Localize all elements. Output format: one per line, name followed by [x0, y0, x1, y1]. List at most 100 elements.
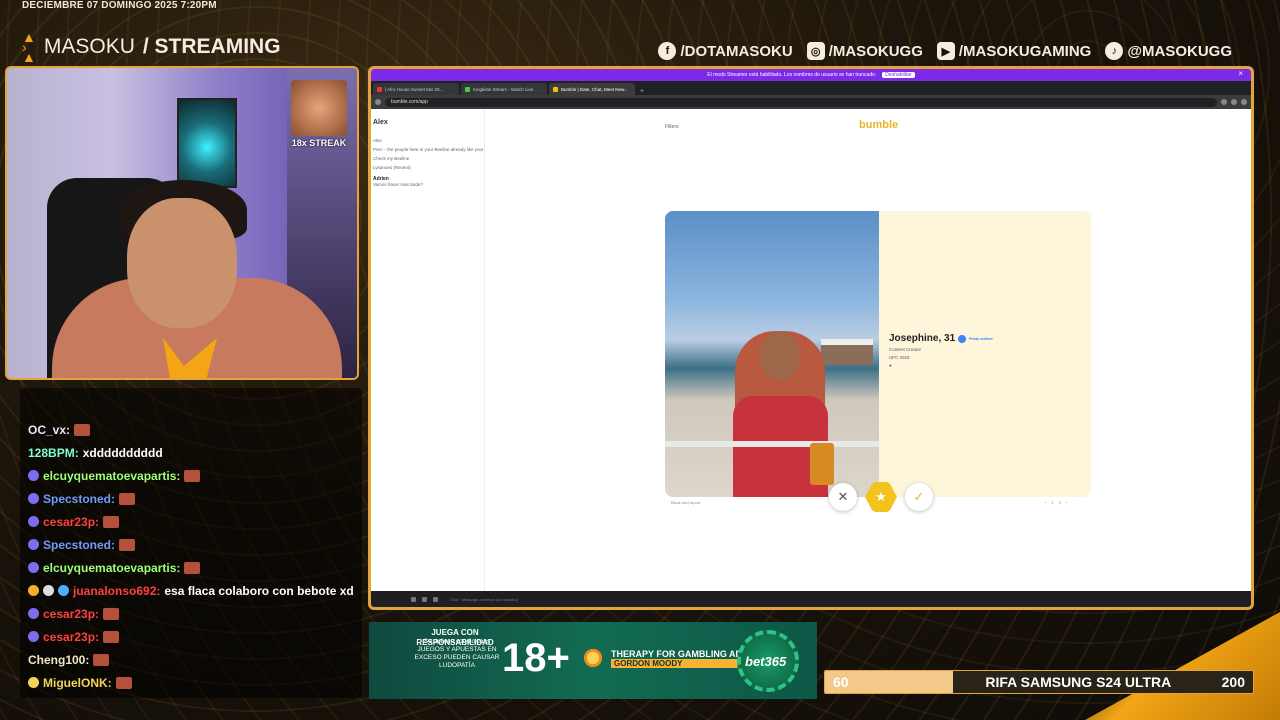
chat-input[interactable]: Chat · Message a stream (as masoku): [450, 597, 518, 602]
emote-icon: [103, 630, 120, 643]
woman-head: [760, 331, 800, 381]
wall-poster: [177, 98, 237, 188]
emote-icon: [103, 515, 120, 528]
raffle-title: RIFA SAMSUNG S24 ULTRA: [985, 674, 1172, 690]
user-name: Alex: [373, 119, 388, 126]
headset-icon[interactable]: [422, 596, 427, 602]
streak-widget: 18x STREAK: [289, 80, 349, 148]
social-youtube: ▶/MASOKUGAMING: [936, 42, 1091, 60]
verified-label: Photo verified: [969, 336, 993, 341]
chat-message: cesar23p:: [28, 510, 354, 533]
reload-icon[interactable]: [375, 99, 381, 105]
pass-button[interactable]: ✕: [829, 483, 857, 511]
location-icon: ●: [889, 363, 892, 368]
social-instagram: ◎/MASOKUGG: [806, 42, 923, 60]
bumble-tab-icon: [553, 86, 558, 92]
chat-user: MiguelONK:: [43, 675, 112, 690]
settings-icon[interactable]: [433, 596, 438, 602]
photo-pager: ‹ 1 2 ›: [1045, 500, 1067, 505]
chat-user: elcuyquematoevapartis:: [43, 560, 181, 575]
gambling-ad-banner: JUEGA CON RESPONSABILIDAD Se aplican con…: [369, 622, 817, 699]
date-time: DECIEMBRE 07 DOMINGO 2025 7:20PM: [22, 0, 217, 11]
raffle-goal: 200: [1221, 674, 1245, 690]
mic-icon[interactable]: [411, 596, 416, 602]
chat-message: MiguelONK:: [28, 671, 354, 694]
chat-user: OC_vx:: [28, 422, 71, 437]
streak-label: 18x STREAK: [291, 138, 347, 148]
conversation-recent[interactable]: Lysanoes (Recent): [373, 165, 484, 170]
chat-message: OC_vx:: [28, 418, 354, 441]
stream-brand: ▲ › ▲ MASOKU / STREAMING: [22, 30, 281, 64]
pager-page[interactable]: 1: [1051, 500, 1053, 505]
youtube-icon: ▶: [936, 42, 955, 60]
chat-message: elcuyquematoevapartis:: [28, 556, 354, 579]
emote-icon: [184, 469, 201, 482]
emote-icon: [103, 607, 120, 620]
superswipe-button[interactable]: ★: [865, 481, 897, 513]
bookmark-icon[interactable]: [1231, 99, 1237, 105]
profile-school: UFC 2016: [889, 355, 910, 360]
badge-icon: [58, 585, 69, 596]
url-field[interactable]: bumble.com/app: [385, 97, 1217, 107]
badge-icon: [28, 677, 39, 688]
chat-message: cesar23p:: [28, 602, 354, 625]
streamer-mode-notice: El modo Streamer está habilitado. Los no…: [371, 69, 1251, 81]
extension-icon[interactable]: [1221, 99, 1227, 105]
tab-kingkiste[interactable]: Kingkiste Stream - Watch Live...: [461, 83, 547, 95]
chat-user: cesar23p:: [43, 629, 100, 644]
streak-emote: [291, 80, 347, 136]
social-links: f/DOTAMASOKU ◎/MASOKUGG ▶/MASOKUGAMING ♪…: [658, 42, 1232, 60]
profile-name-row: Josephine, 31 Photo verified: [889, 333, 992, 344]
pager-page[interactable]: 2: [1059, 500, 1061, 505]
block-report-link[interactable]: Block and report: [671, 500, 700, 505]
emote-icon: [184, 561, 201, 574]
emote-icon: [119, 538, 136, 551]
badge-icon: [28, 539, 39, 550]
new-tab-button[interactable]: +: [637, 88, 647, 95]
disable-streamer-mode-button[interactable]: Deshabilitar: [882, 72, 915, 78]
bumble-page: Alex Alex Psst -- the people here in you…: [371, 109, 1251, 591]
emote-icon: [119, 492, 136, 505]
social-tiktok: ♪ @MASOKUGG: [1105, 42, 1232, 60]
badge-icon: [28, 585, 39, 596]
chat-message: 128BPM: xdddddddddd: [28, 441, 354, 464]
emote-icon: [93, 653, 110, 666]
bet365-chip: bet365: [737, 630, 799, 692]
gold-swoosh-decoration: [1085, 612, 1280, 720]
like-button[interactable]: ✓: [905, 483, 933, 511]
tab-afro-house[interactable]: | Afro House Sunset Mix 20...: [373, 83, 459, 95]
badge-icon: [28, 608, 39, 619]
streamer-head: [127, 198, 237, 328]
chat-message: cesar23p:: [28, 625, 354, 648]
instagram-icon: ◎: [806, 42, 825, 60]
chat-text: esa flaca colaboro con bebote xd: [164, 583, 354, 598]
profile-card: Josephine, 31 Photo verified Content Cre…: [665, 211, 1091, 497]
beeline-promo: Psst -- the people here in your Beeline …: [373, 147, 484, 152]
chat-message: Specstoned:: [28, 533, 354, 556]
chat-message: Specstoned:: [28, 487, 354, 510]
chat-message: juanalonso692: esa flaca colaboro con beb…: [28, 579, 354, 602]
close-icon[interactable]: ×: [1238, 69, 1243, 78]
bumble-logo: bumble: [859, 119, 899, 131]
railing: [665, 441, 879, 447]
social-facebook: f/DOTAMASOKU: [658, 42, 793, 60]
tab-bumble[interactable]: Bumble | Date, Chat, Meet New...: [549, 83, 635, 95]
menu-icon[interactable]: [1241, 99, 1247, 105]
kick-tab-icon: [465, 86, 470, 92]
chat-user: juanalonso692:: [73, 583, 161, 598]
chat-message: Cheng100:: [28, 648, 354, 671]
swipe-actions: ✕ ★ ✓: [829, 481, 933, 513]
verified-icon: [958, 334, 967, 343]
pager-prev[interactable]: ‹: [1045, 500, 1046, 505]
pager-next[interactable]: ›: [1066, 500, 1067, 505]
badge-icon: [28, 631, 39, 642]
chat-user: cesar23p:: [43, 606, 100, 621]
match-queue-label: Alex: [373, 138, 382, 143]
beeline-link[interactable]: Check my Beeline: [373, 156, 484, 161]
filters-button[interactable]: Filters: [665, 124, 679, 130]
profile-job: Content Creator: [889, 347, 922, 352]
raffle-current: 60: [833, 674, 849, 690]
chat-user: elcuyquematoevapartis:: [43, 468, 181, 483]
profile-name: Josephine, 31: [889, 333, 956, 344]
brand-section: / STREAMING: [142, 35, 281, 58]
